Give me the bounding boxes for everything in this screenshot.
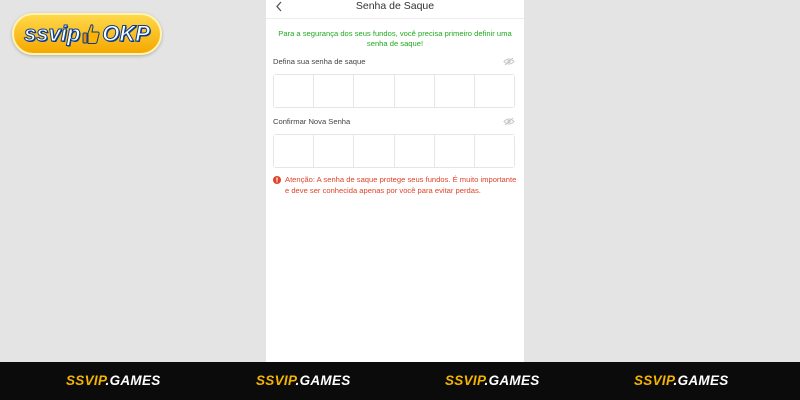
page-title: Senha de Saque xyxy=(355,0,435,12)
thumbs-up-icon xyxy=(82,24,100,44)
warning-message: Atenção: A senha de saque protege seus f… xyxy=(285,175,517,195)
pin-digit-box[interactable] xyxy=(314,75,355,107)
set-password-input[interactable] xyxy=(273,74,515,108)
screen-header: Senha de Saque xyxy=(266,0,524,19)
pin-digit-box[interactable] xyxy=(274,75,315,107)
pin-digit-box[interactable] xyxy=(394,135,435,167)
pin-digit-box[interactable] xyxy=(434,135,475,167)
confirm-password-input[interactable] xyxy=(273,134,515,168)
eye-hidden-icon[interactable] xyxy=(503,117,515,126)
footer-brand-name: SSVIP xyxy=(66,373,106,388)
pin-digit-box[interactable] xyxy=(394,75,435,107)
pin-digit-box[interactable] xyxy=(274,135,315,167)
brand-logo: ssvip OKP xyxy=(12,13,162,55)
confirm-password-label: Confirmar Nova Senha xyxy=(273,117,351,126)
footer-brand: SSVIP.GAMES xyxy=(256,373,351,388)
footer-brand-tld: .GAMES xyxy=(484,373,540,388)
footer-brand-name: SSVIP xyxy=(634,373,674,388)
footer-brand-name: SSVIP xyxy=(256,373,296,388)
footer-brand-name: SSVIP xyxy=(445,373,485,388)
footer-brand: SSVIP.GAMES xyxy=(445,373,540,388)
pin-digit-box[interactable] xyxy=(354,75,395,107)
logo-text-left: ssvip xyxy=(24,21,81,47)
pin-digit-box[interactable] xyxy=(474,75,515,107)
footer-brand-tld: .GAMES xyxy=(105,373,161,388)
alert-icon xyxy=(273,176,281,184)
footer-brand-tld: .GAMES xyxy=(295,373,351,388)
withdraw-password-screen: Senha de Saque Para a segurança dos seus… xyxy=(266,0,524,362)
logo-text-right: OKP xyxy=(102,21,151,47)
pin-digit-box[interactable] xyxy=(434,75,475,107)
pin-digit-box[interactable] xyxy=(474,135,515,167)
eye-hidden-icon[interactable] xyxy=(503,57,515,66)
security-notice: Para a segurança dos seus fundos, você p… xyxy=(278,29,512,48)
footer-brand: SSVIP.GAMES xyxy=(66,373,161,388)
footer-banner: SSVIP.GAMES SSVIP.GAMES SSVIP.GAMES SSVI… xyxy=(0,362,800,400)
pin-digit-box[interactable] xyxy=(314,135,355,167)
pin-digit-box[interactable] xyxy=(354,135,395,167)
footer-brand-tld: .GAMES xyxy=(673,373,729,388)
footer-brand: SSVIP.GAMES xyxy=(634,373,729,388)
set-password-label: Defina sua senha de saque xyxy=(273,57,366,66)
